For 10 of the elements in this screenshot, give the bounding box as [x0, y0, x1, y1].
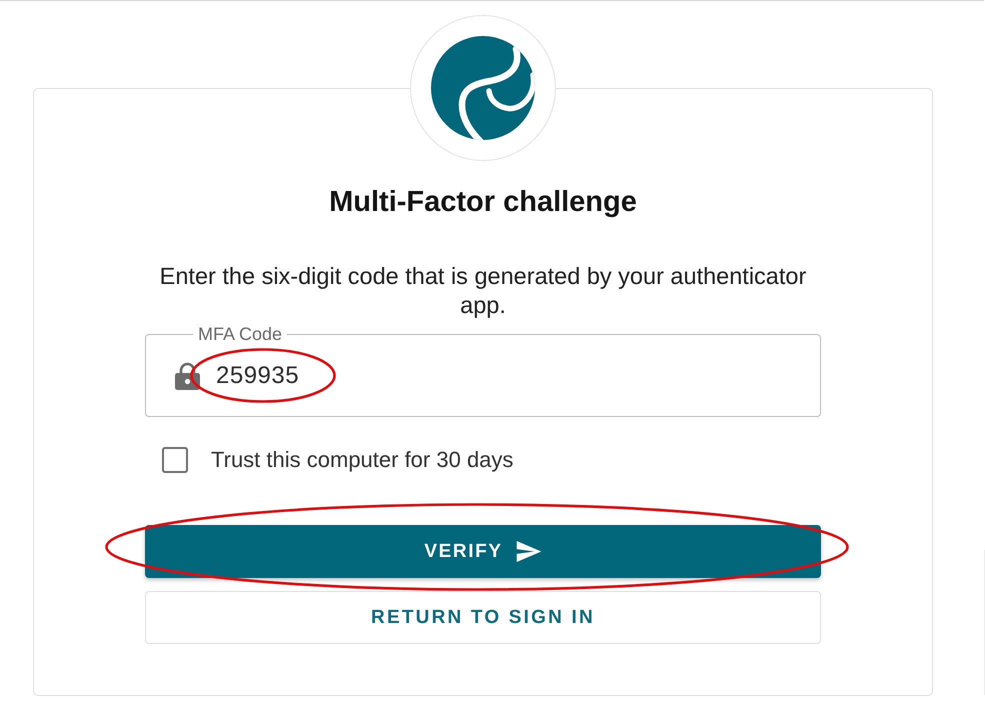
send-icon — [516, 541, 542, 562]
checkbox-label: Trust this computer for 30 days — [211, 447, 514, 473]
lock-icon — [175, 362, 200, 390]
return-button[interactable]: RETURN TO SIGN IN — [145, 591, 821, 644]
page-title: Multi-Factor challenge — [329, 185, 637, 219]
instruction-text: Enter the six-digit code that is generated by your authenticator app. — [158, 262, 808, 320]
mfa-code-field[interactable]: MFA Code 259935 — [145, 324, 821, 417]
trust-checkbox[interactable] — [162, 447, 188, 473]
verify-button[interactable]: VERIFY — [145, 525, 821, 578]
code-input[interactable]: 259935 — [216, 362, 804, 390]
